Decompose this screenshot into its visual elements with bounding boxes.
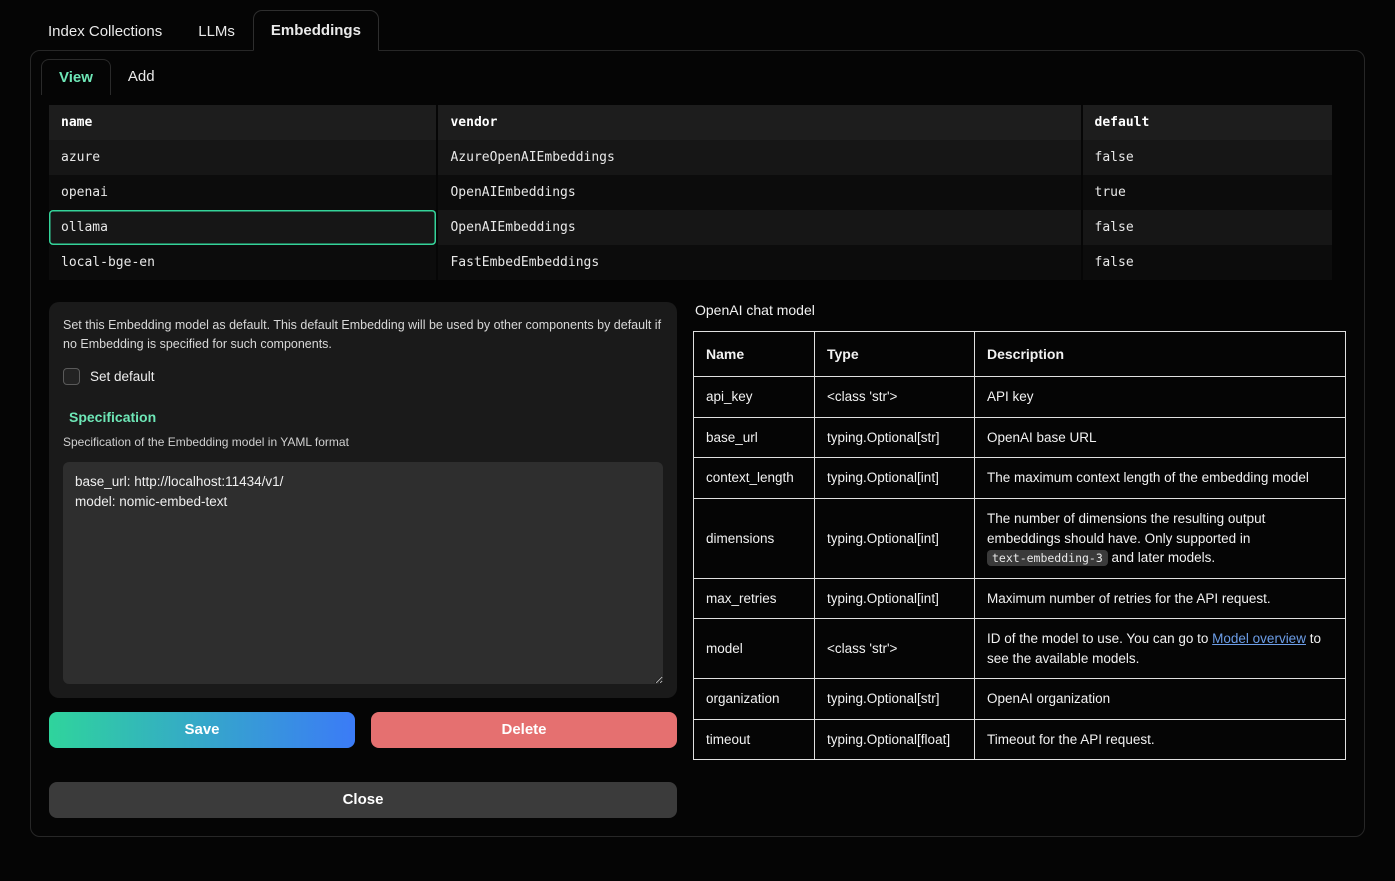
params-header-row: Name Type Description — [694, 332, 1346, 377]
close-button[interactable]: Close — [49, 782, 677, 818]
embeddings-row-ollama[interactable]: ollamaOpenAIEmbeddingsfalse — [49, 210, 1332, 245]
param-name: model — [694, 619, 815, 679]
save-button[interactable]: Save — [49, 712, 355, 748]
cell-name[interactable]: local-bge-en — [49, 245, 437, 280]
param-row-organization: organizationtyping.Optional[str]OpenAI o… — [694, 679, 1346, 720]
sub-tab-bar: View Add — [31, 51, 1364, 95]
column-header-vendor: vendor — [437, 105, 1081, 140]
cell-default[interactable]: false — [1082, 140, 1332, 175]
embeddings-row-local-bge-en[interactable]: local-bge-enFastEmbedEmbeddingsfalse — [49, 245, 1332, 280]
param-name: context_length — [694, 458, 815, 499]
cell-name[interactable]: azure — [49, 140, 437, 175]
param-type: <class 'str'> — [815, 619, 975, 679]
param-name: dimensions — [694, 498, 815, 578]
param-name: base_url — [694, 417, 815, 458]
param-type: typing.Optional[str] — [815, 417, 975, 458]
params-column-header-description: Description — [975, 332, 1346, 377]
embeddings-row-openai[interactable]: openaiOpenAIEmbeddingstrue — [49, 175, 1332, 210]
tab-view[interactable]: View — [41, 59, 111, 95]
cell-name[interactable]: ollama — [49, 210, 437, 245]
param-type: typing.Optional[float] — [815, 719, 975, 760]
specification-heading: Specification — [69, 409, 663, 425]
param-type: typing.Optional[int] — [815, 498, 975, 578]
params-column-header-name: Name — [694, 332, 815, 377]
param-row-base_url: base_urltyping.Optional[str]OpenAI base … — [694, 417, 1346, 458]
detail-area: Set this Embedding model as default. Thi… — [31, 280, 1364, 818]
param-type: typing.Optional[int] — [815, 458, 975, 499]
tab-embeddings[interactable]: Embeddings — [253, 10, 379, 51]
param-row-api_key: api_key<class 'str'>API key — [694, 377, 1346, 418]
param-row-context_length: context_lengthtyping.Optional[int]The ma… — [694, 458, 1346, 499]
param-description: Timeout for the API request. — [975, 719, 1346, 760]
embeddings-panel: View Add name vendor default azureAzureO… — [30, 50, 1365, 837]
set-default-label: Set default — [90, 369, 155, 384]
inline-code: text-embedding-3 — [987, 550, 1108, 566]
column-header-name: name — [49, 105, 437, 140]
delete-button[interactable]: Delete — [371, 712, 677, 748]
default-and-spec-card: Set this Embedding model as default. Thi… — [49, 302, 677, 698]
param-row-dimensions: dimensionstyping.Optional[int]The number… — [694, 498, 1346, 578]
param-name: organization — [694, 679, 815, 720]
cell-name[interactable]: openai — [49, 175, 437, 210]
cell-default[interactable]: false — [1082, 210, 1332, 245]
param-description: The maximum context length of the embedd… — [975, 458, 1346, 499]
tab-llms[interactable]: LLMs — [180, 11, 253, 51]
param-name: timeout — [694, 719, 815, 760]
action-button-row: Save Delete — [49, 712, 677, 748]
specification-description: Specification of the Embedding model in … — [63, 435, 663, 449]
model-params-table: Name Type Description api_key<class 'str… — [693, 331, 1346, 760]
set-default-checkbox-row[interactable]: Set default — [63, 368, 155, 385]
cell-vendor[interactable]: AzureOpenAIEmbeddings — [437, 140, 1081, 175]
param-description: OpenAI base URL — [975, 417, 1346, 458]
set-default-checkbox[interactable] — [63, 368, 80, 385]
param-description: ID of the model to use. You can go to Mo… — [975, 619, 1346, 679]
cell-vendor[interactable]: OpenAIEmbeddings — [437, 175, 1081, 210]
cell-default[interactable]: false — [1082, 245, 1332, 280]
embeddings-table: name vendor default azureAzureOpenAIEmbe… — [49, 105, 1332, 280]
param-type: typing.Optional[int] — [815, 578, 975, 619]
param-type: <class 'str'> — [815, 377, 975, 418]
param-description: OpenAI organization — [975, 679, 1346, 720]
tab-add[interactable]: Add — [111, 59, 172, 95]
model-params-column: OpenAI chat model Name Type Description … — [693, 302, 1346, 760]
model-overview-link[interactable]: Model overview — [1212, 631, 1306, 646]
param-row-model: model<class 'str'>ID of the model to use… — [694, 619, 1346, 679]
param-row-max_retries: max_retriestyping.Optional[int]Maximum n… — [694, 578, 1346, 619]
embedding-detail-column: Set this Embedding model as default. Thi… — [49, 302, 677, 818]
model-params-title: OpenAI chat model — [695, 302, 1346, 318]
cell-default[interactable]: true — [1082, 175, 1332, 210]
params-column-header-type: Type — [815, 332, 975, 377]
column-header-default: default — [1082, 105, 1332, 140]
set-default-description: Set this Embedding model as default. Thi… — [63, 316, 663, 354]
param-row-timeout: timeouttyping.Optional[float]Timeout for… — [694, 719, 1346, 760]
param-description: API key — [975, 377, 1346, 418]
embeddings-table-header-row: name vendor default — [49, 105, 1332, 140]
top-tab-bar: Index Collections LLMs Embeddings — [0, 0, 1395, 50]
param-name: max_retries — [694, 578, 815, 619]
param-name: api_key — [694, 377, 815, 418]
cell-vendor[interactable]: FastEmbedEmbeddings — [437, 245, 1081, 280]
specification-textarea[interactable] — [63, 462, 663, 684]
embeddings-table-wrap: name vendor default azureAzureOpenAIEmbe… — [49, 105, 1346, 280]
tab-index-collections[interactable]: Index Collections — [30, 11, 180, 51]
param-type: typing.Optional[str] — [815, 679, 975, 720]
param-description: Maximum number of retries for the API re… — [975, 578, 1346, 619]
cell-vendor[interactable]: OpenAIEmbeddings — [437, 210, 1081, 245]
param-description: The number of dimensions the resulting o… — [975, 498, 1346, 578]
embeddings-row-azure[interactable]: azureAzureOpenAIEmbeddingsfalse — [49, 140, 1332, 175]
